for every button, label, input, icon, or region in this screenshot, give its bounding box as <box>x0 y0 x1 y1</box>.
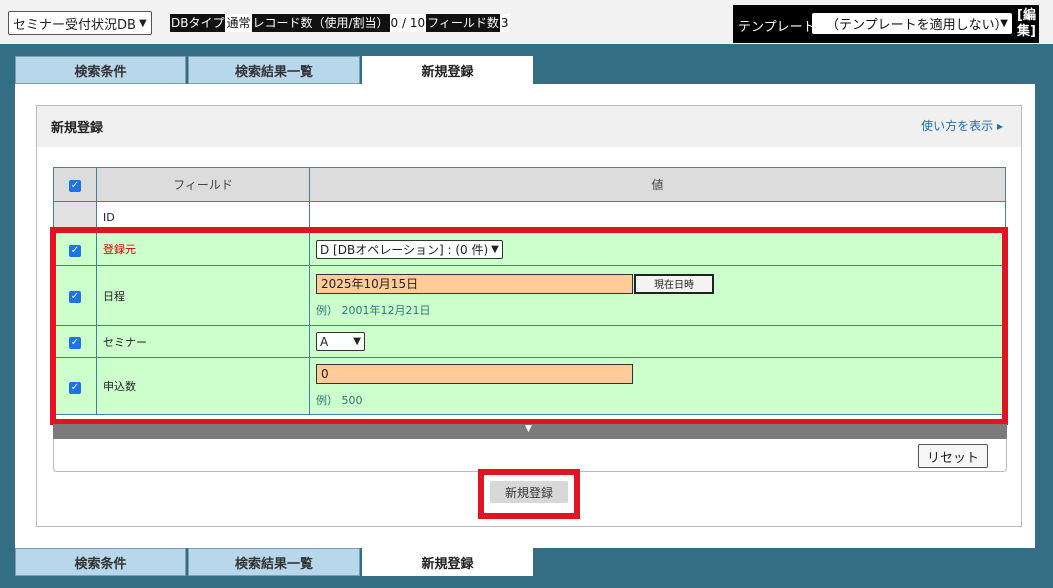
database-select[interactable]: セミナー受付状況DB ▼ <box>8 11 152 35</box>
tab-search-results-bottom[interactable]: 検索結果一覧 <box>188 548 360 576</box>
template-select[interactable]: （テンプレートを適用しない） ▼ <box>812 13 1012 34</box>
template-select-value: （テンプレートを適用しない） <box>826 18 1008 33</box>
select-all-cell: ✓ <box>53 167 97 202</box>
collapse-strip[interactable]: ▼ <box>53 424 1007 439</box>
records-label: レコード数（使用/割当） <box>251 14 390 32</box>
template-edit-line2: 集] <box>1017 24 1036 39</box>
top-tabs: 検索条件 検索結果一覧 新規登録 <box>15 56 533 84</box>
template-panel: テンプレート （テンプレートを適用しない） ▼ [編 集] <box>733 5 1039 43</box>
header-field: フィールド <box>96 167 310 202</box>
tab-new-entry-bottom[interactable]: 新規登録 <box>362 548 533 576</box>
bottom-tabs: 検索条件 検索結果一覧 新規登録 <box>15 548 533 576</box>
main-panel: 新規登録 使い方を表示 ▸ ✓ フィールド 値 ID ✓ 登録元 D [DBオペ… <box>15 84 1035 548</box>
db-type-value: 通常 <box>225 14 252 32</box>
select-all-checkbox[interactable]: ✓ <box>69 180 81 192</box>
chevron-down-icon: ▼ <box>138 17 147 29</box>
highlight-frame <box>50 227 1008 425</box>
fields-label: フィールド数 <box>426 14 500 32</box>
tab-search-results[interactable]: 検索結果一覧 <box>188 56 360 84</box>
db-type-label: DBタイプ <box>170 14 226 32</box>
triangle-down-icon: ▼ <box>525 424 532 434</box>
submit-highlight: 新規登録 <box>478 469 580 519</box>
records-value: 0 / 10 <box>389 14 427 32</box>
chevron-down-icon: ▼ <box>1000 18 1008 29</box>
submit-button[interactable]: 新規登録 <box>490 481 568 503</box>
template-edit-link[interactable]: [編 集] <box>1017 8 1036 40</box>
help-link[interactable]: 使い方を表示 ▸ <box>921 117 1003 134</box>
new-entry-box: 新規登録 使い方を表示 ▸ ✓ フィールド 値 ID ✓ 登録元 D [DBオペ… <box>36 105 1022 527</box>
tab-new-entry[interactable]: 新規登録 <box>362 56 533 84</box>
form-footer: リセット <box>53 439 1007 472</box>
template-edit-line1: [編 <box>1017 8 1036 23</box>
section-title: 新規登録 <box>37 106 1021 147</box>
template-label: テンプレート <box>738 20 816 35</box>
tab-search-conditions[interactable]: 検索条件 <box>15 56 186 84</box>
db-info: DBタイプ 通常 レコード数（使用/割当） 0 / 10 フィールド数 3 <box>170 14 510 32</box>
top-bar: セミナー受付状況DB ▼ DBタイプ 通常 レコード数（使用/割当） 0 / 1… <box>0 0 1053 44</box>
database-select-value: セミナー受付状況DB <box>13 17 136 33</box>
reset-button[interactable]: リセット <box>918 444 988 468</box>
tab-search-conditions-bottom[interactable]: 検索条件 <box>15 548 186 576</box>
fields-value: 3 <box>499 14 510 32</box>
header-value: 値 <box>309 167 1006 202</box>
